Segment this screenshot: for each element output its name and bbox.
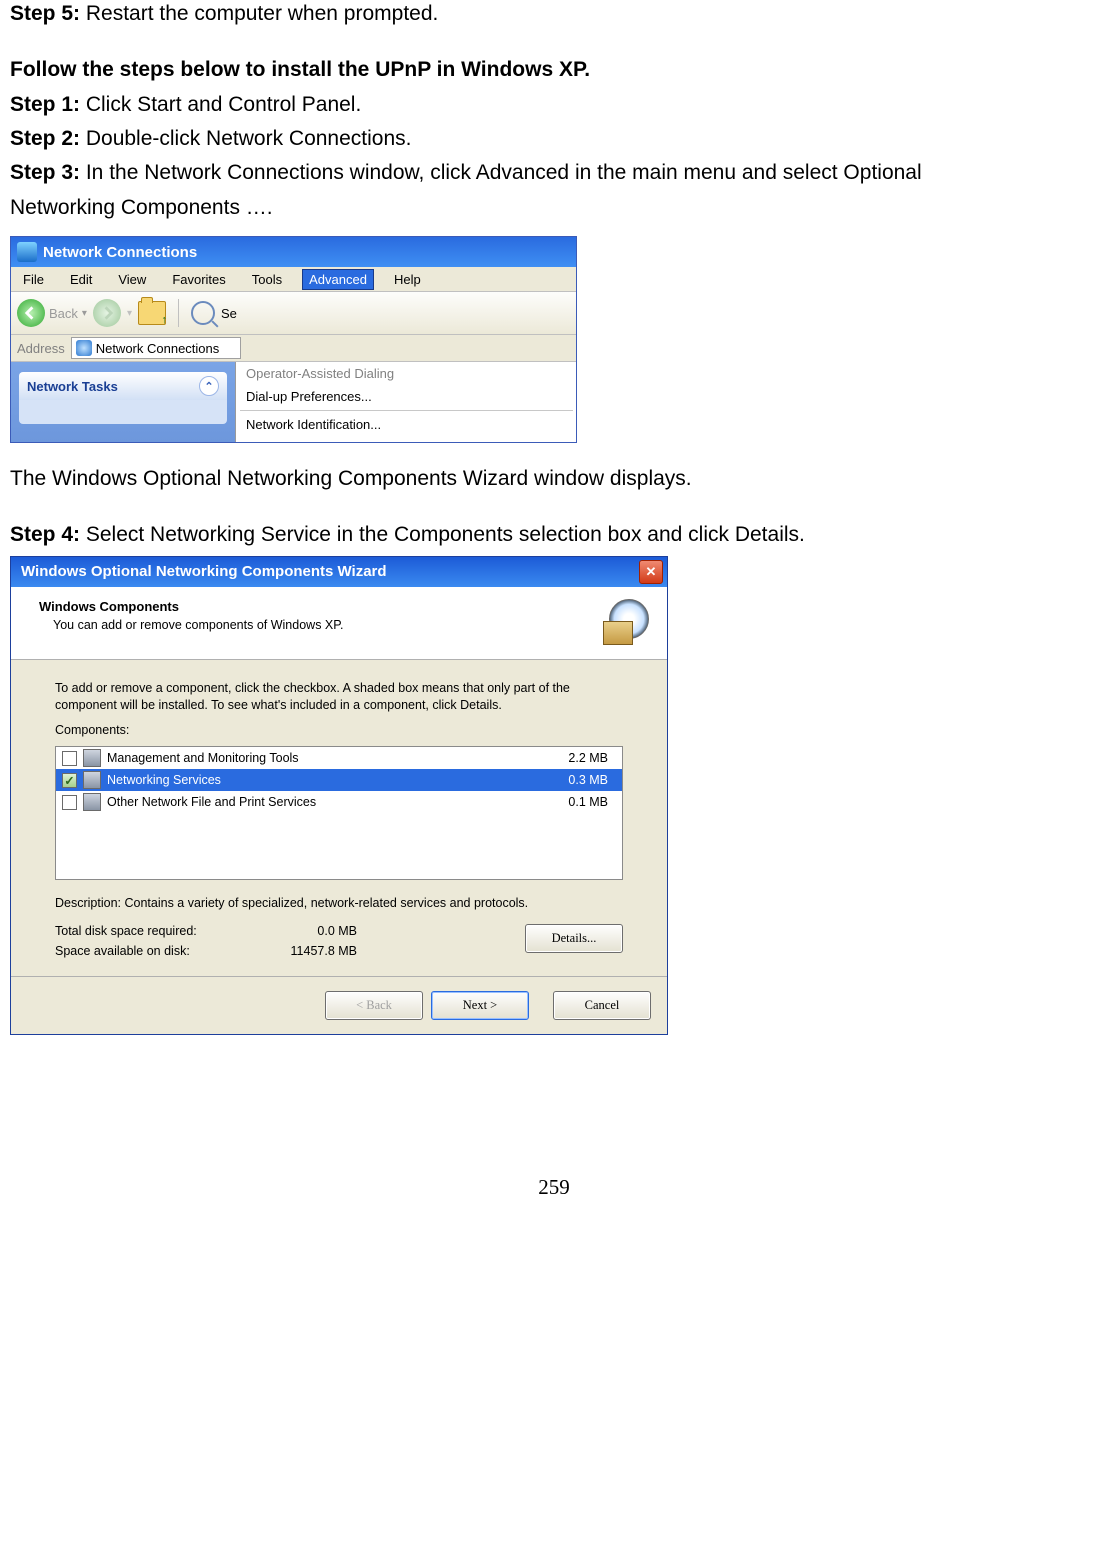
menu-tools[interactable]: Tools — [246, 270, 288, 289]
nc-title-text: Network Connections — [43, 244, 197, 261]
description-row: Description: Contains a variety of speci… — [55, 896, 623, 910]
step3-text-a: In the Network Connections window, click… — [80, 161, 922, 184]
mid-text: The Windows Optional Networking Componen… — [10, 465, 1098, 493]
sidebar-heading[interactable]: Network Tasks ⌃ — [19, 372, 227, 400]
list-size: 2.2 MB — [538, 751, 616, 765]
back-arrow-icon — [17, 299, 45, 327]
search-icon[interactable] — [191, 301, 215, 325]
list-size: 0.3 MB — [538, 773, 616, 787]
address-field[interactable]: Network Connections — [71, 337, 241, 359]
nc-titlebar: Network Connections — [11, 237, 576, 267]
list-item-networking-services[interactable]: ✓ Networking Services 0.3 MB — [56, 769, 622, 791]
step1: Step 1: Click Start and Control Panel. — [10, 91, 1098, 119]
list-label: Management and Monitoring Tools — [107, 751, 538, 765]
checkbox-other[interactable] — [62, 795, 77, 810]
nc-toolbar: Back ▾ ▾ Se — [11, 292, 576, 335]
wizard-header-title: Windows Components — [39, 599, 343, 614]
menu-help[interactable]: Help — [388, 270, 427, 289]
menu-favorites[interactable]: Favorites — [166, 270, 231, 289]
step2: Step 2: Double-click Network Connections… — [10, 125, 1098, 153]
wizard-instruction: To add or remove a component, click the … — [55, 680, 623, 714]
description-text: Contains a variety of specialized, netwo… — [124, 896, 528, 910]
back-button[interactable]: Back ▾ — [17, 299, 87, 327]
search-label-partial: Se — [221, 306, 237, 321]
cd-box-icon — [603, 599, 649, 645]
back-button-wizard: < Back — [325, 991, 423, 1020]
step3-label: Step 3: — [10, 161, 80, 184]
next-button[interactable]: Next > — [431, 991, 529, 1020]
wizard-footer: < Back Next > Cancel — [11, 976, 667, 1034]
step4: Step 4: Select Networking Service in the… — [10, 521, 1098, 549]
page-number: 259 — [10, 1175, 1098, 1200]
avail-value: 11457.8 MB — [257, 944, 357, 958]
wizard-header: Windows Components You can add or remove… — [11, 587, 667, 660]
list-label: Networking Services — [107, 773, 538, 787]
req-value: 0.0 MB — [257, 924, 357, 938]
step5-label: Step 5: — [10, 2, 80, 25]
components-listbox[interactable]: Management and Monitoring Tools 2.2 MB ✓… — [55, 746, 623, 880]
list-label: Other Network File and Print Services — [107, 795, 538, 809]
step2-label: Step 2: — [10, 127, 80, 150]
collapse-icon[interactable]: ⌃ — [199, 376, 219, 396]
nc-main: Operator-Assisted Dialing Dial-up Prefer… — [235, 362, 576, 442]
description-label: Description: — [55, 896, 124, 910]
menu-item-network-id[interactable]: Network Identification... — [236, 413, 576, 436]
advanced-menu-dropdown: Operator-Assisted Dialing Dial-up Prefer… — [235, 362, 576, 442]
step3b: Networking Components …. — [10, 194, 1098, 222]
step2-text: Double-click Network Connections. — [80, 127, 411, 150]
nc-sidebar: Network Tasks ⌃ — [11, 362, 235, 442]
forward-button[interactable] — [93, 299, 121, 327]
sidebar-heading-text: Network Tasks — [27, 379, 118, 394]
cancel-button[interactable]: Cancel — [553, 991, 651, 1020]
menu-advanced[interactable]: Advanced — [302, 269, 374, 290]
address-value: Network Connections — [96, 341, 220, 356]
sidebar-body — [19, 400, 227, 424]
menu-item-bridge[interactable]: Bridge Connections — [236, 436, 576, 442]
step4-label: Step 4: — [10, 523, 80, 546]
forward-dropdown-icon[interactable]: ▾ — [127, 308, 132, 319]
back-label: Back — [49, 306, 78, 321]
list-item-other-network[interactable]: Other Network File and Print Services 0.… — [56, 791, 622, 813]
nc-menubar: File Edit View Favorites Tools Advanced … — [11, 267, 576, 292]
up-folder-button[interactable] — [138, 301, 166, 325]
nc-app-icon — [17, 242, 37, 262]
wizard-window: Windows Optional Networking Components W… — [10, 556, 668, 1036]
step1-label: Step 1: — [10, 93, 80, 116]
step5-text: Restart the computer when prompted. — [80, 2, 438, 25]
checkbox-networking[interactable]: ✓ — [62, 773, 77, 788]
list-item-management[interactable]: Management and Monitoring Tools 2.2 MB — [56, 747, 622, 769]
step1-text: Click Start and Control Panel. — [80, 93, 361, 116]
details-button[interactable]: Details... — [525, 924, 623, 953]
step5: Step 5: Restart the computer when prompt… — [10, 0, 1098, 28]
follow-heading: Follow the steps below to install the UP… — [10, 56, 1098, 84]
menu-view[interactable]: View — [112, 270, 152, 289]
list-size: 0.1 MB — [538, 795, 616, 809]
avail-label: Space available on disk: — [55, 944, 245, 958]
menu-edit[interactable]: Edit — [64, 270, 98, 289]
nc-window: Network Connections File Edit View Favor… — [10, 236, 577, 443]
address-icon — [76, 340, 92, 356]
component-icon — [83, 749, 101, 767]
step4-text: Select Networking Service in the Compone… — [80, 523, 805, 546]
close-button[interactable]: ✕ — [639, 560, 663, 584]
menu-file[interactable]: File — [17, 270, 50, 289]
component-icon — [83, 771, 101, 789]
menu-item-dialup-prefs[interactable]: Dial-up Preferences... — [236, 385, 576, 408]
menu-item-operator-assisted[interactable]: Operator-Assisted Dialing — [236, 362, 576, 385]
wizard-header-sub: You can add or remove components of Wind… — [39, 618, 343, 632]
menu-divider — [240, 410, 573, 411]
step3: Step 3: In the Network Connections windo… — [10, 159, 1098, 187]
wizard-title-text: Windows Optional Networking Components W… — [21, 563, 387, 580]
wizard-titlebar: Windows Optional Networking Components W… — [11, 557, 667, 587]
wizard-body: To add or remove a component, click the … — [11, 660, 667, 977]
component-icon — [83, 793, 101, 811]
checkbox-management[interactable] — [62, 751, 77, 766]
components-label: Components: — [55, 722, 623, 739]
toolbar-divider — [178, 299, 179, 327]
req-label: Total disk space required: — [55, 924, 245, 938]
address-label: Address — [17, 341, 65, 356]
nc-address-bar: Address Network Connections — [11, 335, 576, 362]
